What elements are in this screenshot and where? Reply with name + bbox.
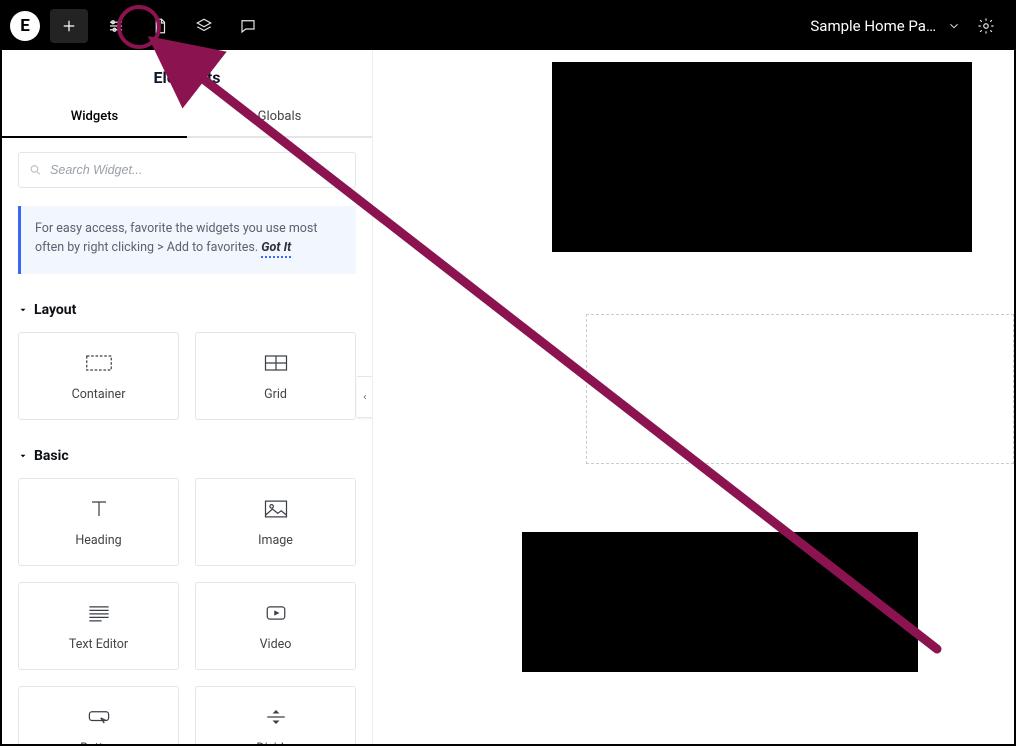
heading-icon [85, 497, 113, 521]
widget-grid[interactable]: Grid [195, 332, 356, 420]
document-icon [151, 17, 169, 35]
widget-label: Divider [256, 741, 294, 744]
elementor-logo-glyph: E [20, 18, 30, 35]
widget-heading[interactable]: Heading [18, 478, 179, 566]
widget-video[interactable]: Video [195, 582, 356, 670]
chevron-down-icon [947, 19, 961, 33]
widget-label: Grid [264, 387, 287, 402]
top-toolbar: E [2, 2, 1014, 50]
add-element-button[interactable] [50, 9, 88, 43]
sliders-icon [107, 17, 125, 35]
section-toggle-layout[interactable]: Layout [2, 274, 372, 326]
elements-panel: Elements Widgets Globals For easy access… [2, 50, 373, 744]
search-icon [29, 163, 42, 177]
grid-icon [262, 351, 290, 375]
page-dropdown-toggle[interactable] [944, 19, 964, 33]
panel-tabs: Widgets Globals [2, 99, 372, 136]
page-settings-button[interactable] [138, 2, 182, 50]
chevron-left-icon [361, 392, 369, 402]
widget-label: Image [258, 533, 293, 548]
widget-label: Container [72, 387, 126, 402]
widget-text-editor[interactable]: Text Editor [18, 582, 179, 670]
panel-collapse-handle[interactable] [357, 376, 373, 418]
widget-button[interactable]: Button [18, 686, 179, 745]
gear-icon [977, 17, 995, 35]
panel-title: Elements [2, 50, 372, 99]
canvas-element-1[interactable] [552, 62, 972, 252]
search-widget-field[interactable] [18, 152, 356, 188]
caret-down-icon [18, 305, 28, 315]
section-title-layout: Layout [34, 302, 76, 318]
comment-icon [239, 17, 257, 35]
favorites-tip: For easy access, favorite the widgets yo… [18, 206, 356, 274]
page-title-label[interactable]: Sample Home Pa… [810, 17, 936, 35]
plus-icon [60, 17, 78, 35]
tab-globals[interactable]: Globals [187, 99, 372, 136]
preferences-button[interactable] [968, 17, 1004, 35]
widget-label: Button [80, 741, 117, 744]
canvas-element-2[interactable] [522, 532, 918, 672]
search-input[interactable] [50, 163, 345, 177]
widget-label: Heading [75, 533, 121, 548]
tab-widgets[interactable]: Widgets [2, 99, 187, 136]
section-toggle-basic[interactable]: Basic [2, 420, 372, 472]
divider-icon [262, 705, 290, 729]
caret-down-icon [18, 451, 28, 461]
image-icon [262, 497, 290, 521]
container-icon [85, 351, 113, 375]
layers-icon [195, 17, 213, 35]
button-icon [85, 705, 113, 729]
widget-container[interactable]: Container [18, 332, 179, 420]
section-title-basic: Basic [34, 448, 69, 464]
notes-button[interactable] [226, 2, 270, 50]
widget-label: Text Editor [69, 637, 128, 652]
widget-image[interactable]: Image [195, 478, 356, 566]
widget-divider[interactable]: Divider [195, 686, 356, 745]
structure-button[interactable] [182, 2, 226, 50]
elementor-logo[interactable]: E [10, 11, 40, 41]
favorites-tip-dismiss[interactable]: Got It [261, 240, 291, 258]
widget-label: Video [260, 637, 292, 652]
text-editor-icon [85, 601, 113, 625]
video-icon [262, 601, 290, 625]
site-settings-button[interactable] [94, 2, 138, 50]
empty-section-dropzone[interactable] [586, 314, 1014, 464]
